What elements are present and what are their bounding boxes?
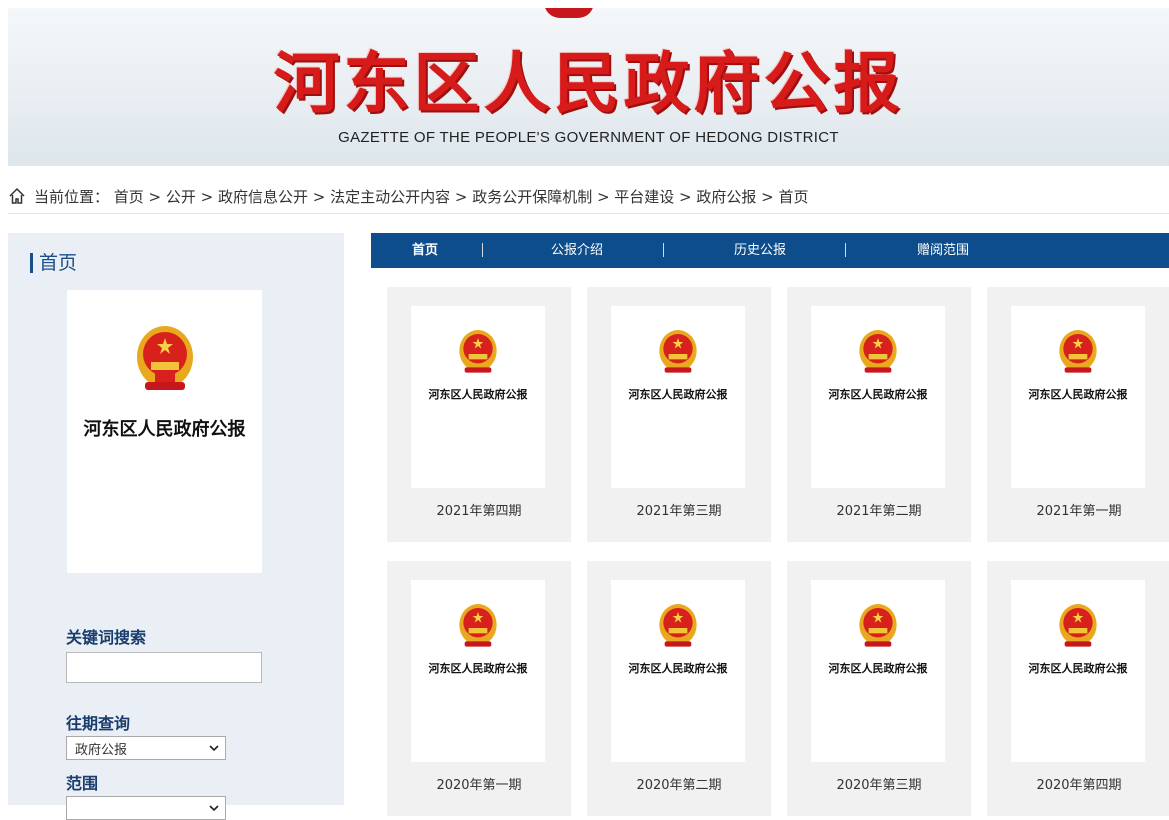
main-nav: 首页 公报介绍 历史公报 赠阅范围	[371, 233, 1169, 268]
nav-item-history[interactable]: 历史公报	[734, 233, 786, 268]
issue-label[interactable]: 2020年第三期	[787, 774, 971, 793]
national-emblem-icon	[1059, 604, 1097, 647]
archive-query-label: 往期查询	[66, 714, 131, 733]
scope-select[interactable]	[66, 796, 226, 820]
site-title: 河东区人民政府公报	[273, 44, 904, 122]
national-emblem-icon	[659, 604, 697, 647]
home-icon[interactable]	[8, 187, 26, 205]
issue-card[interactable]: 河东区人民政府公报 2020年第四期	[987, 561, 1169, 816]
current-issue-cover[interactable]: 河东区人民政府公报	[67, 290, 262, 573]
nav-item-home[interactable]: 首页	[412, 233, 438, 268]
issue-card[interactable]: 河东区人民政府公报 2020年第三期	[787, 561, 971, 816]
issue-cover-title: 河东区人民政府公报	[828, 662, 928, 675]
issue-cover-title: 河东区人民政府公报	[1028, 662, 1128, 675]
issue-cover-title: 河东区人民政府公报	[428, 388, 528, 401]
issue-cover-title: 河东区人民政府公报	[428, 662, 528, 675]
issue-card[interactable]: 河东区人民政府公报 2021年第二期	[787, 287, 971, 542]
header-banner: 河东区人民政府公报 GAZETTE OF THE PEOPLE'S GOVERN…	[8, 8, 1169, 166]
sidebar-heading: 首页	[30, 253, 77, 273]
nav-item-introduction[interactable]: 公报介绍	[551, 233, 603, 268]
issue-cover[interactable]: 河东区人民政府公报	[611, 306, 745, 488]
issue-label[interactable]: 2021年第二期	[787, 500, 971, 519]
issue-card[interactable]: 河东区人民政府公报 2021年第四期	[387, 287, 571, 542]
issue-cover-title: 河东区人民政府公报	[628, 388, 728, 401]
issue-cover-title: 河东区人民政府公报	[828, 388, 928, 401]
site-subtitle: GAZETTE OF THE PEOPLE'S GOVERNMENT OF HE…	[338, 129, 839, 146]
archive-select[interactable]: 政府公报	[66, 736, 226, 760]
national-emblem-icon	[459, 330, 497, 373]
issue-card[interactable]: 河东区人民政府公报 2021年第一期	[987, 287, 1169, 542]
issue-card[interactable]: 河东区人民政府公报 2021年第三期	[587, 287, 771, 542]
issue-cover[interactable]: 河东区人民政府公报	[1011, 580, 1145, 762]
issue-label[interactable]: 2020年第一期	[387, 774, 571, 793]
national-emblem-icon	[459, 604, 497, 647]
issue-card[interactable]: 河东区人民政府公报 2020年第二期	[587, 561, 771, 816]
sidebar: 首页 河东区人民政府公报 关键词搜索 往期查询 政府公报 范围	[8, 233, 344, 820]
issue-cover[interactable]: 河东区人民政府公报	[411, 306, 545, 488]
national-emblem-icon	[659, 330, 697, 373]
issue-cover[interactable]: 河东区人民政府公报	[1011, 306, 1145, 488]
scope-label: 范围	[66, 774, 99, 793]
cover-title: 河东区人民政府公报	[83, 419, 246, 440]
national-emblem-icon	[544, 8, 594, 18]
issue-label[interactable]: 2021年第四期	[387, 500, 571, 519]
keyword-search-input[interactable]	[66, 652, 262, 683]
nav-item-distribution[interactable]: 赠阅范围	[917, 233, 969, 268]
issue-cover[interactable]: 河东区人民政府公报	[411, 580, 545, 762]
issue-label[interactable]: 2021年第一期	[987, 500, 1169, 519]
issue-label[interactable]: 2021年第三期	[587, 500, 771, 519]
breadcrumb: 当前位置： 首页 > 公开 > 政府信息公开 > 法定主动公开内容 > 政务公开…	[8, 184, 809, 208]
breadcrumb-text[interactable]: 当前位置： 首页 > 公开 > 政府信息公开 > 法定主动公开内容 > 政务公开…	[34, 186, 809, 207]
issue-label[interactable]: 2020年第四期	[987, 774, 1169, 793]
issue-cover-title: 河东区人民政府公报	[1028, 388, 1128, 401]
national-emblem-icon	[137, 326, 193, 390]
nav-separator	[482, 243, 483, 257]
issue-card[interactable]: 河东区人民政府公报 2020年第一期	[387, 561, 571, 816]
issue-label[interactable]: 2020年第二期	[587, 774, 771, 793]
national-emblem-icon	[859, 330, 897, 373]
keyword-search-label: 关键词搜索	[66, 628, 147, 647]
nav-separator	[845, 243, 846, 257]
issue-cover[interactable]: 河东区人民政府公报	[811, 306, 945, 488]
chevron-down-icon	[209, 745, 219, 752]
divider	[8, 213, 1169, 214]
issue-cover[interactable]: 河东区人民政府公报	[611, 580, 745, 762]
national-emblem-icon	[859, 604, 897, 647]
archive-select-value: 政府公报	[75, 742, 128, 758]
nav-separator	[663, 243, 664, 257]
national-emblem-icon	[1059, 330, 1097, 373]
issue-cover[interactable]: 河东区人民政府公报	[811, 580, 945, 762]
issue-cover-title: 河东区人民政府公报	[628, 662, 728, 675]
